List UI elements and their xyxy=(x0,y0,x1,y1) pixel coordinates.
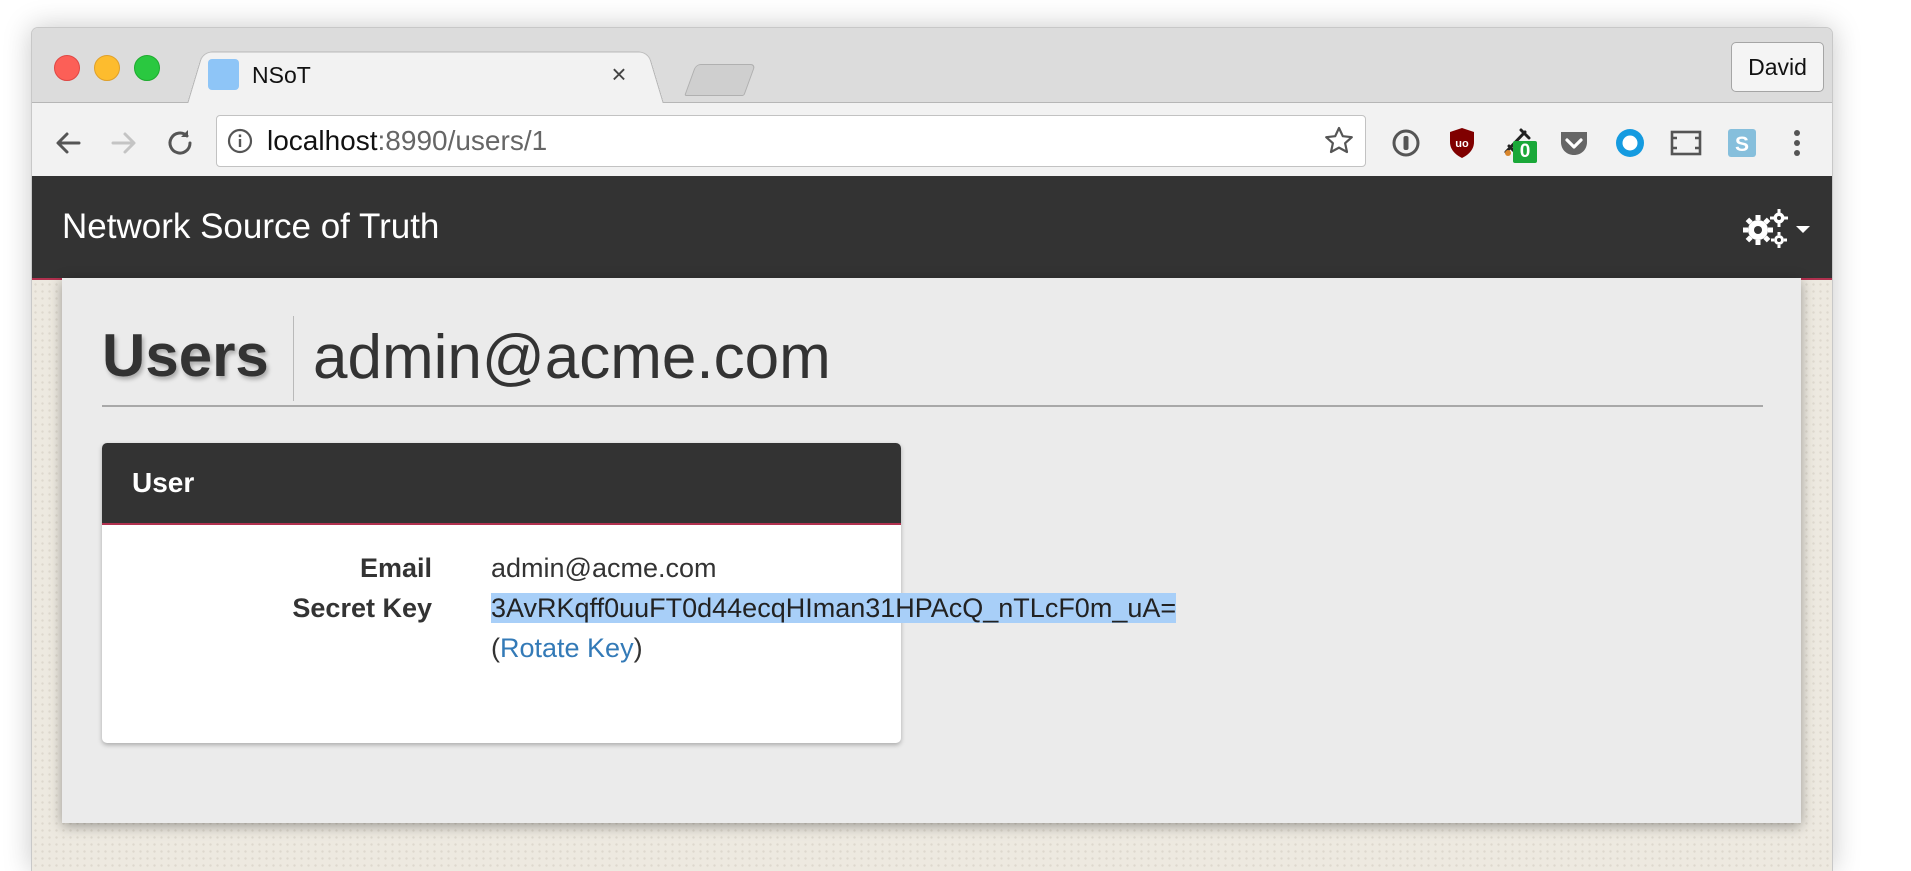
url-path: :8990/users/1 xyxy=(377,125,548,156)
settings-menu[interactable] xyxy=(1741,206,1813,250)
pocket-icon[interactable] xyxy=(1553,122,1595,164)
tab-title: NSoT xyxy=(252,62,311,88)
title-bar: NSoT × David xyxy=(32,28,1832,104)
password-manager-icon[interactable] xyxy=(1385,122,1427,164)
extension-badge: 0 xyxy=(1513,141,1537,163)
page-title: admin@acme.com xyxy=(313,323,831,392)
user-panel-title: User xyxy=(132,467,195,498)
email-label: Email xyxy=(359,553,432,583)
address-bar[interactable]: localhost:8990/users/1 xyxy=(216,115,1366,167)
section-label: Users xyxy=(102,322,269,389)
secret-key-label: Secret Key xyxy=(292,593,432,623)
open-paren: ( xyxy=(491,633,500,663)
svg-text:uo: uo xyxy=(1455,138,1469,150)
minimize-window-button[interactable] xyxy=(94,55,120,81)
email-value: admin@acme.com xyxy=(491,553,717,583)
page-viewport: Network Source of Truth Users admin@acme… xyxy=(32,176,1832,871)
maximize-window-button[interactable] xyxy=(134,55,160,81)
s-extension-icon[interactable]: S xyxy=(1721,122,1763,164)
ublock-icon[interactable]: uo xyxy=(1441,122,1483,164)
close-paren: ) xyxy=(633,633,643,663)
header-rule xyxy=(102,405,1763,407)
star-icon[interactable] xyxy=(1323,125,1355,157)
app-navbar: Network Source of Truth xyxy=(32,176,1832,280)
secret-key-text[interactable]: 3AvRKqff0uuFT0d44ecqHIman31HPAcQ_nTLcF0m… xyxy=(491,593,1177,623)
close-window-button[interactable] xyxy=(54,55,80,81)
caret-down-icon xyxy=(1796,226,1810,233)
info-icon[interactable] xyxy=(227,128,253,154)
url-host: localhost xyxy=(267,125,378,156)
back-icon[interactable] xyxy=(47,122,89,164)
app-brand[interactable]: Network Source of Truth xyxy=(62,176,439,278)
svg-text:S: S xyxy=(1735,133,1749,156)
reload-icon[interactable] xyxy=(159,122,201,164)
gear-icon xyxy=(1743,209,1788,248)
user-panel-header: User xyxy=(102,443,901,525)
screenshot-icon[interactable] xyxy=(1665,122,1707,164)
url-text: localhost:8990/users/1 xyxy=(267,116,547,166)
header-divider xyxy=(293,316,294,401)
rotate-key-row: (Rotate Key) xyxy=(491,633,643,664)
more-menu-icon[interactable] xyxy=(1776,122,1818,164)
main-content: Users admin@acme.com User Email admin@ac… xyxy=(62,278,1801,823)
tab-close-icon[interactable]: × xyxy=(604,58,634,90)
rotate-key-link[interactable]: Rotate Key xyxy=(500,633,634,663)
circle-extension-icon[interactable] xyxy=(1609,122,1651,164)
secret-key-value: 3AvRKqff0uuFT0d44ecqHIman31HPAcQ_nTLcF0m… xyxy=(491,593,1177,624)
favicon-icon xyxy=(208,59,239,90)
user-panel: User Email admin@acme.com Secret Key 3Av… xyxy=(102,443,1177,743)
profile-button[interactable]: David xyxy=(1731,42,1824,92)
new-tab-button[interactable] xyxy=(684,64,756,96)
browser-window: NSoT × David localhost:8990/users/1 uo 0… xyxy=(31,27,1833,871)
forward-icon[interactable] xyxy=(103,122,145,164)
